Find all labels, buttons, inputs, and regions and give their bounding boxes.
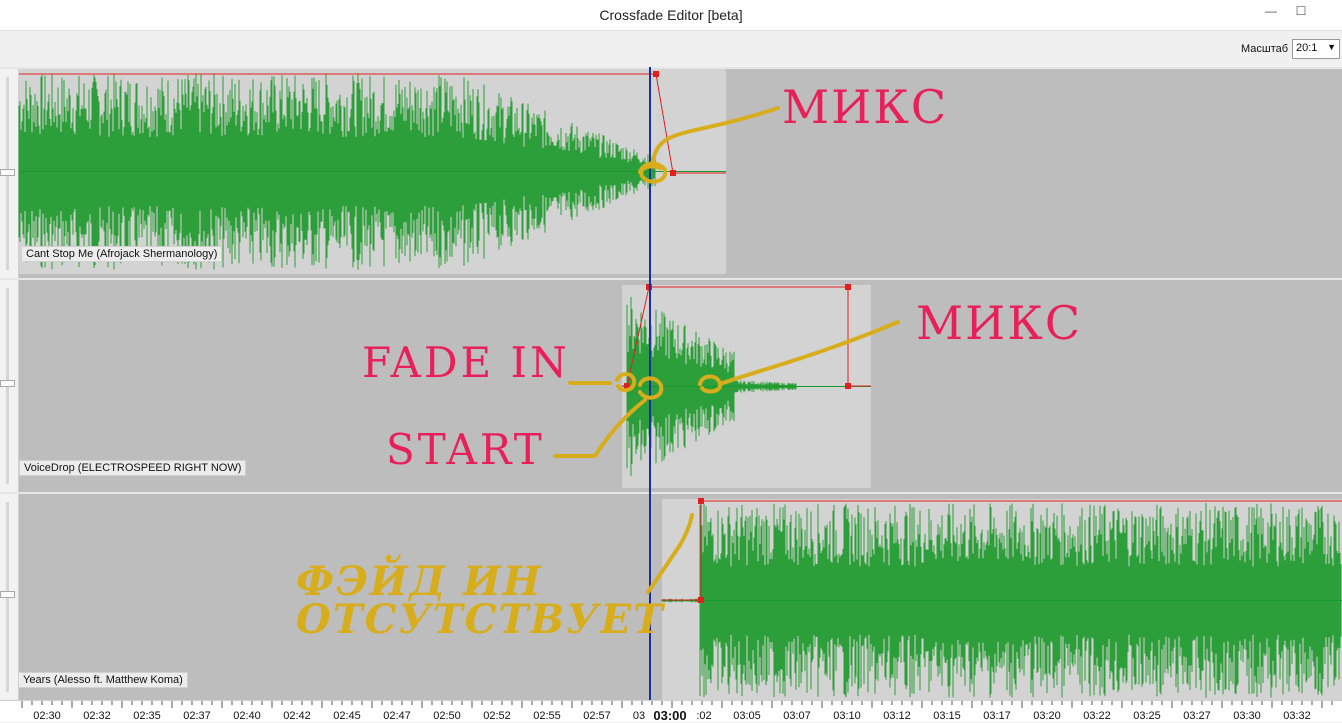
timeline-tick-label: 03:27	[1183, 710, 1211, 722]
timeline-tick-label: 02:40	[233, 710, 261, 722]
window-title: Crossfade Editor [beta]	[599, 7, 743, 23]
timeline-tick-label: 02:37	[183, 710, 211, 722]
timeline-tick-label: 03:12	[883, 710, 911, 722]
timeline-tick-label: 03:25	[1133, 710, 1161, 722]
track-3-label: Years (Alesso ft. Matthew Koma)	[18, 672, 188, 688]
track-3[interactable]: Years (Alesso ft. Matthew Koma)	[0, 492, 1342, 702]
timeline-tick-label: 02:45	[333, 710, 361, 722]
scale-value: 20:1	[1296, 42, 1318, 54]
timeline-ruler[interactable]: 02:30 02:32 02:35 02:37 02:40 02:42 02:45 02:47…	[0, 700, 1342, 723]
annotation-mix-mid: МИКС	[916, 296, 1083, 350]
track-3-envelope[interactable]	[0, 494, 1342, 702]
timeline-tick-label: 03	[632, 710, 646, 722]
annotation-mix-top: МИКС	[782, 80, 949, 134]
tracks-area: Cant Stop Me (Afrojack Shermanology) Voi…	[0, 67, 1342, 702]
track-2-envelope-handle-4[interactable]	[845, 383, 851, 389]
timeline-tick-label: 03:22	[1083, 710, 1111, 722]
timeline-tick-label: 03:07	[783, 710, 811, 722]
track-2[interactable]: VoiceDrop (ELECTROSPEED RIGHT NOW)	[0, 278, 1342, 492]
maximize-button[interactable]: ☐	[1286, 0, 1316, 24]
track-1-envelope-handle-end[interactable]	[670, 170, 676, 176]
track-2-envelope-handle-1[interactable]	[624, 383, 630, 389]
chevron-down-icon: ▼	[1327, 42, 1336, 52]
timeline-tick-label: 02:50	[433, 710, 461, 722]
timeline-tick-label: 03:10	[833, 710, 861, 722]
annotation-no-fade-line2: ОТСУТСТВУЕТ	[296, 596, 665, 643]
annotation-fade-in: FADE IN	[362, 338, 570, 387]
timeline-tick-label: 02:57	[583, 710, 611, 722]
track-3-envelope-handle-1[interactable]	[698, 597, 704, 603]
timeline-tick-label: 03:05	[733, 710, 761, 722]
timeline-tick-label: 03:30	[1233, 710, 1261, 722]
timeline-tick-label: 02:47	[383, 710, 411, 722]
timeline-tick-label: 03:17	[983, 710, 1011, 722]
annotation-start: START	[386, 425, 545, 474]
window-titlebar: Crossfade Editor [beta] — ☐ ✕	[0, 0, 1342, 31]
timeline-tick-label: 02:42	[283, 710, 311, 722]
track-3-envelope-handle-2[interactable]	[698, 498, 704, 504]
timeline-tick-label: 03:32	[1283, 710, 1311, 722]
track-1[interactable]: Cant Stop Me (Afrojack Shermanology)	[0, 67, 1342, 278]
track-2-envelope-handle-3[interactable]	[845, 284, 851, 290]
scale-select[interactable]: 20:1 ▼	[1292, 39, 1340, 59]
timeline-tick-label: 02:30	[33, 710, 61, 722]
timeline-tick-label: 03:15	[933, 710, 961, 722]
timeline-tick-label: 03:00	[653, 708, 687, 723]
toolbar: Масштаб 20:1 ▼	[0, 31, 1342, 67]
timeline-tick-label: 02:55	[533, 710, 561, 722]
minimize-button[interactable]: —	[1256, 0, 1286, 24]
timeline-tick-label: :02	[696, 710, 712, 722]
scale-label: Масштаб	[1241, 43, 1289, 55]
timeline-tick-label: 02:32	[83, 710, 111, 722]
track-1-label: Cant Stop Me (Afrojack Shermanology)	[21, 246, 223, 262]
track-1-envelope-handle-start[interactable]	[653, 71, 659, 77]
timeline-tick-label: 02:52	[483, 710, 511, 722]
timeline-tick-label: 03:20	[1033, 710, 1061, 722]
timeline-tick-label: 02:35	[133, 710, 161, 722]
track-2-label: VoiceDrop (ELECTROSPEED RIGHT NOW)	[19, 460, 247, 476]
